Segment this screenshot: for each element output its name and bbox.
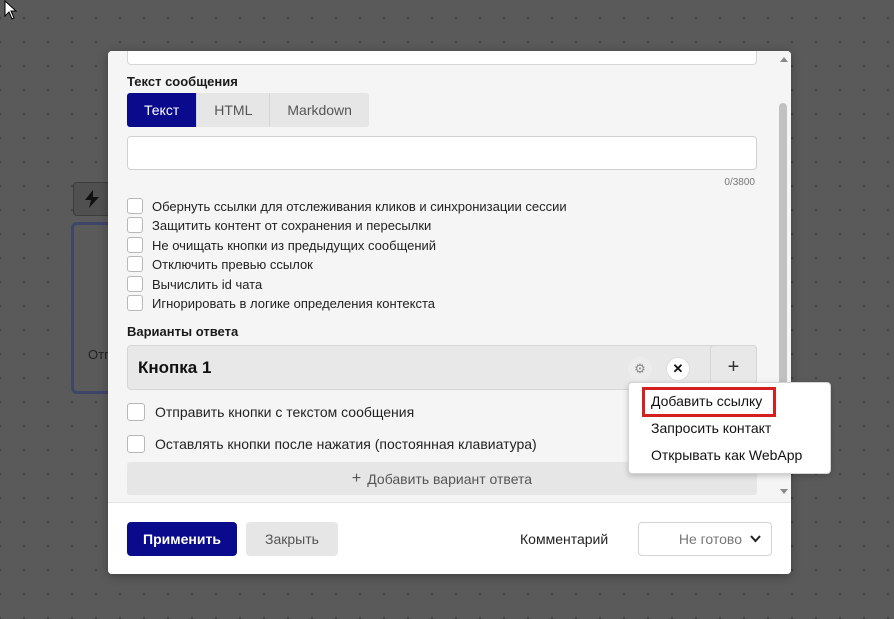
option-send-with-text[interactable]: Отправить кнопки с текстом сообщения xyxy=(127,403,414,421)
option-label: Вычислить id чата xyxy=(152,276,263,292)
checkbox[interactable] xyxy=(127,276,143,292)
checkbox[interactable] xyxy=(127,237,143,253)
option-ignore-context[interactable]: Игнорировать в логике определения контек… xyxy=(127,294,435,312)
option-persistent-keyboard[interactable]: Оставлять кнопки после нажатия (постоянн… xyxy=(127,435,537,453)
previous-field-input[interactable] xyxy=(127,51,757,65)
checkbox[interactable] xyxy=(127,403,145,421)
message-text-label: Текст сообщения xyxy=(127,74,238,89)
option-protect-content[interactable]: Защитить контент от сохранения и пересыл… xyxy=(127,216,431,234)
checkbox[interactable] xyxy=(127,198,143,214)
message-text-input[interactable] xyxy=(127,136,757,170)
comment-link[interactable]: Комментарий xyxy=(520,531,608,547)
tab-text[interactable]: Текст xyxy=(127,93,197,127)
option-disable-preview[interactable]: Отключить превью ссылок xyxy=(127,255,313,273)
checkbox[interactable] xyxy=(127,217,143,233)
option-label: Оставлять кнопки после нажатия (постоянн… xyxy=(155,436,537,452)
menu-item-open-webapp[interactable]: Открывать как WebApp xyxy=(651,447,802,463)
option-label: Игнорировать в логике определения контек… xyxy=(152,295,436,311)
option-compute-chat-id[interactable]: Вычислить id чата xyxy=(127,275,262,293)
gear-icon[interactable]: ⚙ xyxy=(628,357,652,381)
tab-markdown[interactable]: Markdown xyxy=(269,93,369,127)
status-select[interactable]: Не готово xyxy=(638,522,772,556)
menu-item-add-link[interactable]: Добавить ссылку xyxy=(651,393,762,409)
add-variant-label: Добавить вариант ответа xyxy=(367,470,533,487)
checkbox[interactable] xyxy=(127,256,143,272)
menu-item-request-contact[interactable]: Запросить контакт xyxy=(651,420,771,436)
char-counter: 0/3800 xyxy=(724,177,755,188)
mouse-cursor-icon xyxy=(4,0,18,20)
close-icon[interactable]: ✕ xyxy=(666,357,690,381)
status-value: Не готово xyxy=(678,531,742,547)
lightning-icon xyxy=(85,190,99,208)
tab-html[interactable]: HTML xyxy=(196,93,270,127)
plus-icon: + xyxy=(351,469,362,487)
option-label: Обернуть ссылки для отслеживания кликов … xyxy=(152,198,567,214)
plus-icon: + xyxy=(727,356,740,378)
option-label: Отключить превью ссылок xyxy=(152,256,313,272)
option-label: Отправить кнопки с текстом сообщения xyxy=(155,404,415,420)
answers-label: Варианты ответа xyxy=(127,324,239,339)
checkbox[interactable] xyxy=(127,435,145,453)
message-settings-modal: Текст сообщения Текст HTML Markdown 0/38… xyxy=(108,51,791,574)
format-tabs: Текст HTML Markdown xyxy=(127,93,369,127)
checkbox[interactable] xyxy=(127,295,143,311)
background-node-trigger-button[interactable] xyxy=(73,182,111,216)
button-action-dropdown-menu: Добавить ссылку Запросить контакт Открыв… xyxy=(628,382,831,474)
option-label: Защитить контент от сохранения и пересыл… xyxy=(152,217,432,233)
option-wrap-links[interactable]: Обернуть ссылки для отслеживания кликов … xyxy=(127,197,567,215)
modal-footer: Применить Закрыть Комментарий Не готово xyxy=(108,502,791,574)
option-label: Не очищать кнопки из предыдущих сообщени… xyxy=(152,237,437,253)
answer-button-title: Кнопка 1 xyxy=(138,358,212,377)
chevron-down-icon xyxy=(750,535,761,543)
scroll-up-arrow-icon[interactable] xyxy=(780,57,788,62)
close-button[interactable]: Закрыть xyxy=(246,522,338,556)
apply-button[interactable]: Применить xyxy=(127,522,237,556)
scroll-down-arrow-icon[interactable] xyxy=(780,489,788,494)
option-keep-buttons[interactable]: Не очищать кнопки из предыдущих сообщени… xyxy=(127,236,436,254)
